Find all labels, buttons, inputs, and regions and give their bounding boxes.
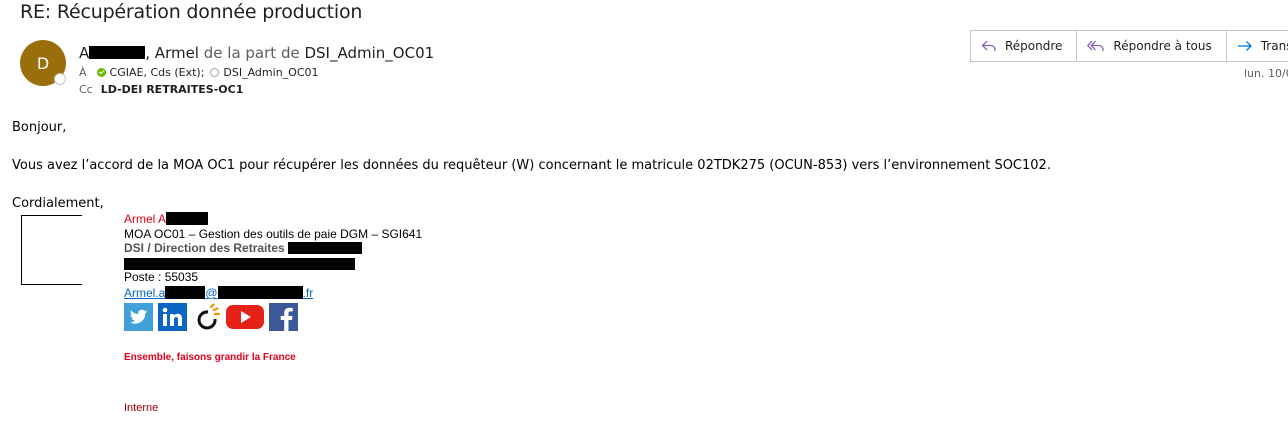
signature-logo-frame bbox=[21, 215, 82, 285]
cc-label: Cc bbox=[79, 83, 93, 96]
brand-logo-icon[interactable] bbox=[192, 303, 221, 331]
redacted-surname bbox=[89, 46, 146, 59]
recipient-offline-icon bbox=[210, 68, 220, 77]
cc-recipients-line: Cc LD-DEI RETRAITES-OC1 bbox=[79, 83, 243, 96]
youtube-icon[interactable] bbox=[226, 303, 264, 331]
body-message: Vous avez l’accord de la MOA OC1 pour ré… bbox=[12, 158, 1051, 173]
social-links bbox=[124, 303, 298, 331]
reply-all-button[interactable]: Répondre à tous bbox=[1076, 31, 1225, 61]
message-date: lun. 10/0 bbox=[1244, 67, 1288, 80]
signature-role: MOA OC01 – Gestion des outils de paie DG… bbox=[124, 227, 423, 241]
recipient-name[interactable]: DSI_Admin_OC01 bbox=[223, 66, 318, 79]
sender-name-prefix: A bbox=[79, 44, 90, 62]
body-closing: Cordialement, bbox=[12, 196, 104, 211]
reply-all-label: Répondre à tous bbox=[1113, 39, 1212, 53]
signature-department: DSI / Direction des Retraites bbox=[124, 241, 363, 255]
signature-phone: Poste : 55035 bbox=[124, 270, 199, 284]
redacted-email-local bbox=[165, 286, 206, 299]
reply-icon bbox=[981, 40, 996, 51]
recipient-name[interactable]: CGIAE, Cds (Ext); bbox=[110, 66, 205, 79]
cc-recipient[interactable]: LD-DEI RETRAITES-OC1 bbox=[101, 83, 244, 96]
redacted-signature-surname bbox=[166, 212, 209, 225]
redacted-department-detail bbox=[288, 242, 363, 254]
presence-status-icon bbox=[54, 73, 66, 85]
avatar-initial: D bbox=[36, 53, 50, 73]
signature-name: Armel A bbox=[124, 212, 209, 226]
reply-label: Répondre bbox=[1005, 39, 1063, 53]
facebook-icon[interactable] bbox=[269, 303, 298, 331]
signature-tagline: Ensemble, faisons grandir la France bbox=[124, 352, 296, 363]
email-subject: RE: Récupération donnée production bbox=[20, 1, 363, 23]
forward-button[interactable]: Transfér bbox=[1225, 31, 1288, 61]
signature-name-text: Armel A bbox=[124, 212, 167, 226]
reply-button[interactable]: Répondre bbox=[971, 31, 1076, 61]
on-behalf-name[interactable]: DSI_Admin_OC01 bbox=[304, 44, 434, 62]
email-end: .fr bbox=[302, 286, 314, 300]
email-start: Armel.a bbox=[124, 286, 166, 300]
forward-arrow-icon bbox=[1237, 41, 1252, 51]
reply-all-icon bbox=[1087, 40, 1105, 51]
to-label: À bbox=[79, 66, 87, 79]
twitter-icon[interactable] bbox=[124, 303, 153, 331]
redacted-email-domain bbox=[217, 286, 303, 299]
redacted-address bbox=[124, 258, 355, 270]
recipient-available-icon bbox=[96, 68, 106, 77]
email-at: @ bbox=[205, 286, 218, 300]
message-actions-toolbar: Répondre Répondre à tous Transfér bbox=[970, 30, 1288, 62]
sender-line[interactable]: A , Armel de la part de DSI_Admin_OC01 bbox=[79, 44, 434, 62]
linkedin-icon[interactable] bbox=[158, 303, 187, 331]
signature-department-text: DSI / Direction des Retraites bbox=[124, 241, 285, 255]
forward-label: Transfér bbox=[1260, 39, 1288, 53]
to-recipients-line: À CGIAE, Cds (Ext); DSI_Admin_OC01 bbox=[79, 66, 319, 79]
body-greeting: Bonjour, bbox=[12, 120, 67, 135]
signature-email-link[interactable]: Armel.a @ .fr bbox=[124, 286, 313, 300]
classification-label: Interne bbox=[124, 402, 159, 414]
sender-name-suffix: , Armel bbox=[145, 44, 199, 62]
on-behalf-label: de la part de bbox=[203, 44, 300, 62]
